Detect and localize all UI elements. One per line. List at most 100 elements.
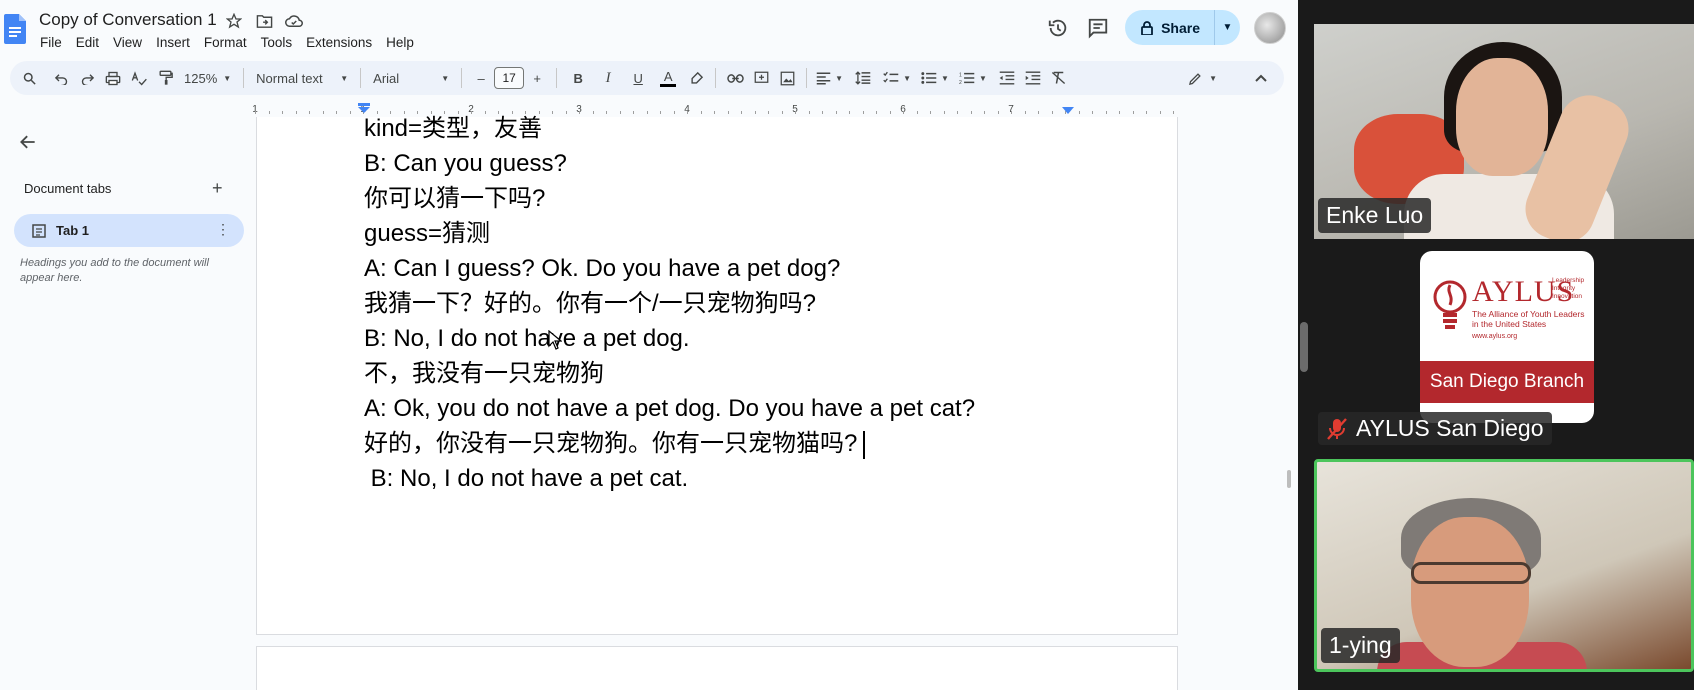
star-icon[interactable] <box>224 11 244 31</box>
line-spacing-icon[interactable] <box>850 65 876 91</box>
document-title[interactable]: Copy of Conversation 1 <box>39 10 217 30</box>
increase-indent-icon[interactable] <box>1020 65 1046 91</box>
text-color-letter: A <box>663 68 673 84</box>
highlight-color-icon[interactable] <box>683 65 709 91</box>
doc-line-text: 好的，你没有一只宠物狗。你有一只宠物猫吗? <box>364 430 858 457</box>
bullet-caret-icon: ▼ <box>941 73 949 83</box>
tab-document-icon <box>32 223 46 238</box>
toolbar-divider <box>360 68 362 88</box>
underline-button[interactable]: U <box>625 65 651 91</box>
participant-name: Enke Luo <box>1318 198 1432 233</box>
paint-format-icon[interactable] <box>152 65 178 91</box>
menu-extensions[interactable]: Extensions <box>299 33 379 52</box>
bold-button[interactable]: B <box>565 65 591 91</box>
gallery-scrollbar[interactable] <box>1300 322 1308 372</box>
text-color-button[interactable]: A <box>655 65 681 91</box>
formatting-toolbar: 125% ▼ Normal text ▼ Arial ▼ – 17 + B I … <box>10 61 1284 95</box>
account-avatar[interactable] <box>1254 11 1286 44</box>
doc-line: B: No, I do not have a pet cat. <box>364 465 689 492</box>
doc-line: 我猜一下？好的。你有一个/一只宠物狗吗? <box>364 290 817 317</box>
share-button[interactable]: Share <box>1125 10 1214 45</box>
insert-link-icon[interactable] <box>722 65 748 91</box>
search-menus-icon[interactable] <box>16 65 42 91</box>
insert-image-icon[interactable] <box>774 65 800 91</box>
italic-button[interactable]: I <box>595 65 621 91</box>
add-comment-icon[interactable] <box>748 65 774 91</box>
move-folder-icon[interactable] <box>254 11 274 31</box>
tab-more-options-icon[interactable]: ⋮ <box>216 221 230 238</box>
menu-view[interactable]: View <box>106 33 149 52</box>
menu-bar: File Edit View Insert Format Tools Exten… <box>33 33 421 52</box>
bulleted-list-icon[interactable]: ▼ <box>918 65 952 91</box>
document-body[interactable]: kind=类型，友善 B: Can you guess? 你可以猜一下吗? gu… <box>364 111 1164 496</box>
menu-tools[interactable]: Tools <box>254 33 300 52</box>
version-history-icon[interactable] <box>1045 15 1071 41</box>
document-scrollbar[interactable] <box>1287 470 1291 488</box>
participant-name: 1-ying <box>1321 628 1400 663</box>
headings-hint: Headings you add to the document will ap… <box>20 257 209 284</box>
editing-mode-icon[interactable]: ▼ <box>1185 65 1220 91</box>
docs-logo-icon[interactable] <box>4 14 26 44</box>
tab-1-label: Tab 1 <box>56 223 89 238</box>
menu-file[interactable]: File <box>33 33 69 52</box>
increase-font-size-button[interactable]: + <box>524 65 550 91</box>
numbered-caret-icon: ▼ <box>978 73 987 83</box>
share-dropdown-icon[interactable]: ▼ <box>1214 10 1240 45</box>
lock-icon <box>1141 20 1153 35</box>
decrease-font-size-button[interactable]: – <box>468 65 494 91</box>
undo-icon[interactable] <box>48 65 74 91</box>
ruler-tick <box>336 111 337 114</box>
menu-format[interactable]: Format <box>197 33 254 52</box>
doc-line: 你可以猜一下吗? <box>364 185 546 212</box>
align-icon[interactable]: ▼ <box>813 65 846 91</box>
style-value: Normal text <box>256 70 323 86</box>
print-icon[interactable] <box>100 65 126 91</box>
video-person-glasses <box>1411 562 1531 584</box>
add-tab-icon[interactable]: + <box>212 178 223 199</box>
toolbar-divider <box>461 68 463 88</box>
menu-edit[interactable]: Edit <box>69 33 106 52</box>
numbered-list-icon[interactable]: 12 ▼ <box>956 65 990 91</box>
checklist-icon[interactable]: ▼ <box>880 65 914 91</box>
aylus-lightbulb-logo-icon <box>1433 280 1467 329</box>
ruler-tick <box>255 111 256 114</box>
checklist-caret-icon: ▼ <box>903 73 912 83</box>
ruler-tick <box>295 111 297 114</box>
zoom-value: 125% <box>184 70 218 86</box>
clear-formatting-icon[interactable] <box>1046 65 1072 91</box>
muted-microphone-icon <box>1327 417 1347 440</box>
participant-name-tag: AYLUS San Diego <box>1318 412 1552 445</box>
paragraph-style-select[interactable]: Normal text ▼ <box>250 71 354 86</box>
document-page-next[interactable] <box>256 646 1178 690</box>
ruler-tick <box>282 111 283 114</box>
cloud-saved-icon[interactable] <box>284 11 304 31</box>
menu-help[interactable]: Help <box>379 33 421 52</box>
participant-tile-enke-luo[interactable]: Enke Luo <box>1314 24 1694 239</box>
text-cursor <box>863 430 866 459</box>
mouse-pointer-icon <box>548 330 562 350</box>
ruler-tick <box>309 111 310 114</box>
doc-line: 不，我没有一只宠物狗 <box>364 360 604 387</box>
participant-tile-1-ying[interactable]: 1-ying <box>1314 459 1694 672</box>
font-select[interactable]: Arial ▼ <box>367 71 455 86</box>
back-arrow-icon[interactable] <box>18 132 40 154</box>
aylus-website: www.aylus.org <box>1472 333 1518 340</box>
document-tabs-heading: Document tabs <box>24 181 112 196</box>
decrease-indent-icon[interactable] <box>994 65 1020 91</box>
zoom-caret-icon: ▼ <box>223 73 232 83</box>
redo-icon[interactable] <box>74 65 100 91</box>
title-bar: Copy of Conversation 1 File Edit View In… <box>0 0 1298 56</box>
collapse-toolbar-icon[interactable] <box>1248 65 1274 91</box>
ruler-tick <box>268 111 270 114</box>
font-size-input[interactable]: 17 <box>494 67 525 89</box>
spellcheck-icon[interactable] <box>126 65 152 91</box>
menu-insert[interactable]: Insert <box>149 33 197 52</box>
toolbar-divider <box>806 68 808 88</box>
comments-icon[interactable] <box>1085 15 1111 41</box>
aylus-motto: Leadership Integrity Innovation <box>1552 277 1585 300</box>
sidebar-tab-1[interactable]: Tab 1 ⋮ <box>14 214 244 247</box>
ruler-tick <box>1173 111 1174 114</box>
doc-line: A: Can I guess? Ok. Do you have a pet do… <box>364 255 841 282</box>
zoom-select[interactable]: 125% ▼ <box>178 71 237 86</box>
font-value: Arial <box>373 70 400 86</box>
